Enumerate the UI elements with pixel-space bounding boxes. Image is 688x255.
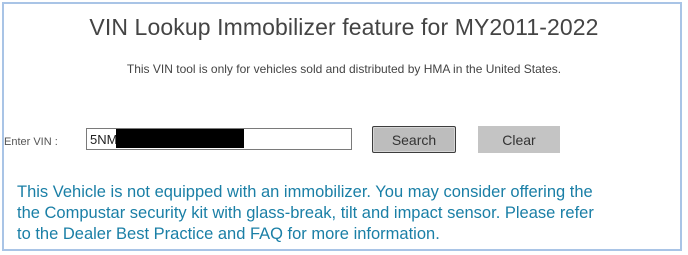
result-message-line: to the Dealer Best Practice and FAQ for …: [17, 225, 440, 243]
vin-redaction-bar: [116, 129, 244, 148]
page-subtitle: This VIN tool is only for vehicles sold …: [126, 62, 562, 76]
vin-label: Enter VIN :: [4, 136, 58, 148]
result-message-line: This Vehicle is not equipped with an imm…: [17, 183, 593, 201]
clear-button[interactable]: Clear: [478, 126, 560, 153]
page-title: VIN Lookup Immobilizer feature for MY201…: [89, 14, 599, 40]
vin-value: 5NM: [90, 131, 118, 147]
search-button[interactable]: Search: [372, 126, 456, 153]
result-message-line: the Compustar security kit with glass-br…: [17, 204, 594, 222]
result-message: This Vehicle is not equipped with an imm…: [17, 182, 685, 245]
